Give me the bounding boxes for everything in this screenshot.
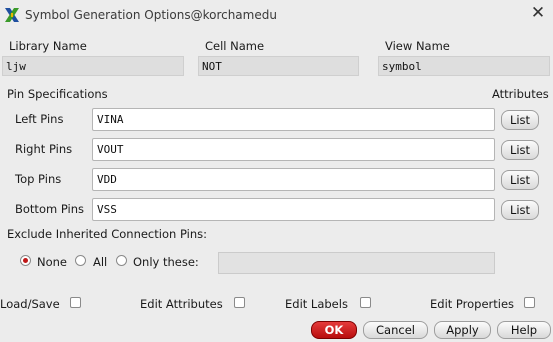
bottom-pins-list-button[interactable]: List <box>501 200 539 220</box>
exclude-all-label: All <box>93 255 108 269</box>
title-bar: Symbol Generation Options@korchamedu ✕ <box>0 0 553 31</box>
attributes-label: Attributes <box>492 87 549 101</box>
exclude-none-label: None <box>37 255 68 269</box>
top-pins-list-button[interactable]: List <box>501 170 539 190</box>
left-pins-label: Left Pins <box>15 112 64 126</box>
apply-button[interactable]: Apply <box>434 321 491 339</box>
ok-button[interactable]: OK <box>311 321 357 339</box>
pin-specifications-label: Pin Specifications <box>7 87 108 101</box>
exclude-inherited-label: Exclude Inherited Connection Pins: <box>7 227 207 241</box>
left-pins-input[interactable]: VINA <box>92 108 495 131</box>
cell-name-label: Cell Name <box>205 39 265 53</box>
only-these-field <box>218 252 495 274</box>
exclude-none-radio[interactable] <box>20 255 31 266</box>
edit-attributes-checkbox[interactable] <box>234 297 245 308</box>
right-pins-input[interactable]: VOUT <box>92 138 495 161</box>
left-pins-list-button[interactable]: List <box>501 110 539 130</box>
load-save-checkbox[interactable] <box>70 297 81 308</box>
bottom-pins-input[interactable]: VSS <box>92 198 495 221</box>
exclude-only-these-radio[interactable] <box>116 255 127 266</box>
library-name-field: ljw <box>2 56 184 76</box>
close-icon[interactable]: ✕ <box>528 3 548 23</box>
edit-labels-label: Edit Labels <box>285 297 348 311</box>
right-pins-label: Right Pins <box>15 142 73 156</box>
library-name-label: Library Name <box>9 39 87 53</box>
edit-attributes-label: Edit Attributes <box>140 297 223 311</box>
cell-name-field: NOT <box>198 56 359 76</box>
view-name-label: View Name <box>385 39 450 53</box>
edit-properties-label: Edit Properties <box>430 297 515 311</box>
bottom-pins-label: Bottom Pins <box>15 202 84 216</box>
x-logo-icon <box>5 8 19 22</box>
exclude-all-radio[interactable] <box>75 255 86 266</box>
view-name-field: symbol <box>378 56 550 76</box>
help-button[interactable]: Help <box>497 321 551 339</box>
edit-properties-checkbox[interactable] <box>524 297 535 308</box>
top-pins-label: Top Pins <box>15 172 62 186</box>
right-pins-list-button[interactable]: List <box>501 140 539 160</box>
window-title: Symbol Generation Options@korchamedu <box>25 8 277 22</box>
load-save-label: Load/Save <box>0 297 60 311</box>
cancel-button[interactable]: Cancel <box>363 321 428 339</box>
top-pins-input[interactable]: VDD <box>92 168 495 191</box>
edit-labels-checkbox[interactable] <box>360 297 371 308</box>
exclude-only-these-label: Only these: <box>133 255 199 269</box>
